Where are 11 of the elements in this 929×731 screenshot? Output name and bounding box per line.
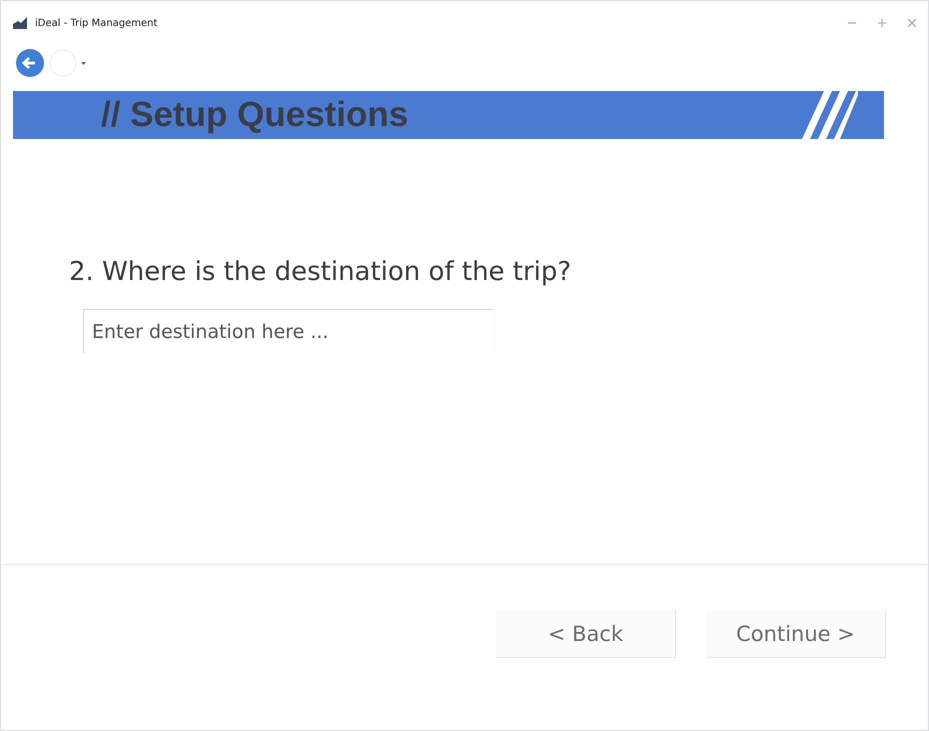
window-title: iDeal - Trip Management	[35, 18, 158, 28]
continue-button[interactable]: Continue >	[706, 610, 886, 658]
question-text: 2. Where is the destination of the trip?	[69, 257, 572, 287]
close-icon[interactable]	[908, 19, 916, 27]
back-button[interactable]: < Back	[496, 610, 676, 658]
app-icon	[13, 17, 27, 29]
caret-icon[interactable]	[81, 62, 86, 64]
page-title: // Setup Questions	[101, 95, 408, 135]
destination-field[interactable]: Enter destination here ...	[83, 309, 493, 353]
maximize-icon[interactable]	[878, 19, 886, 27]
minimize-icon[interactable]	[848, 22, 856, 24]
